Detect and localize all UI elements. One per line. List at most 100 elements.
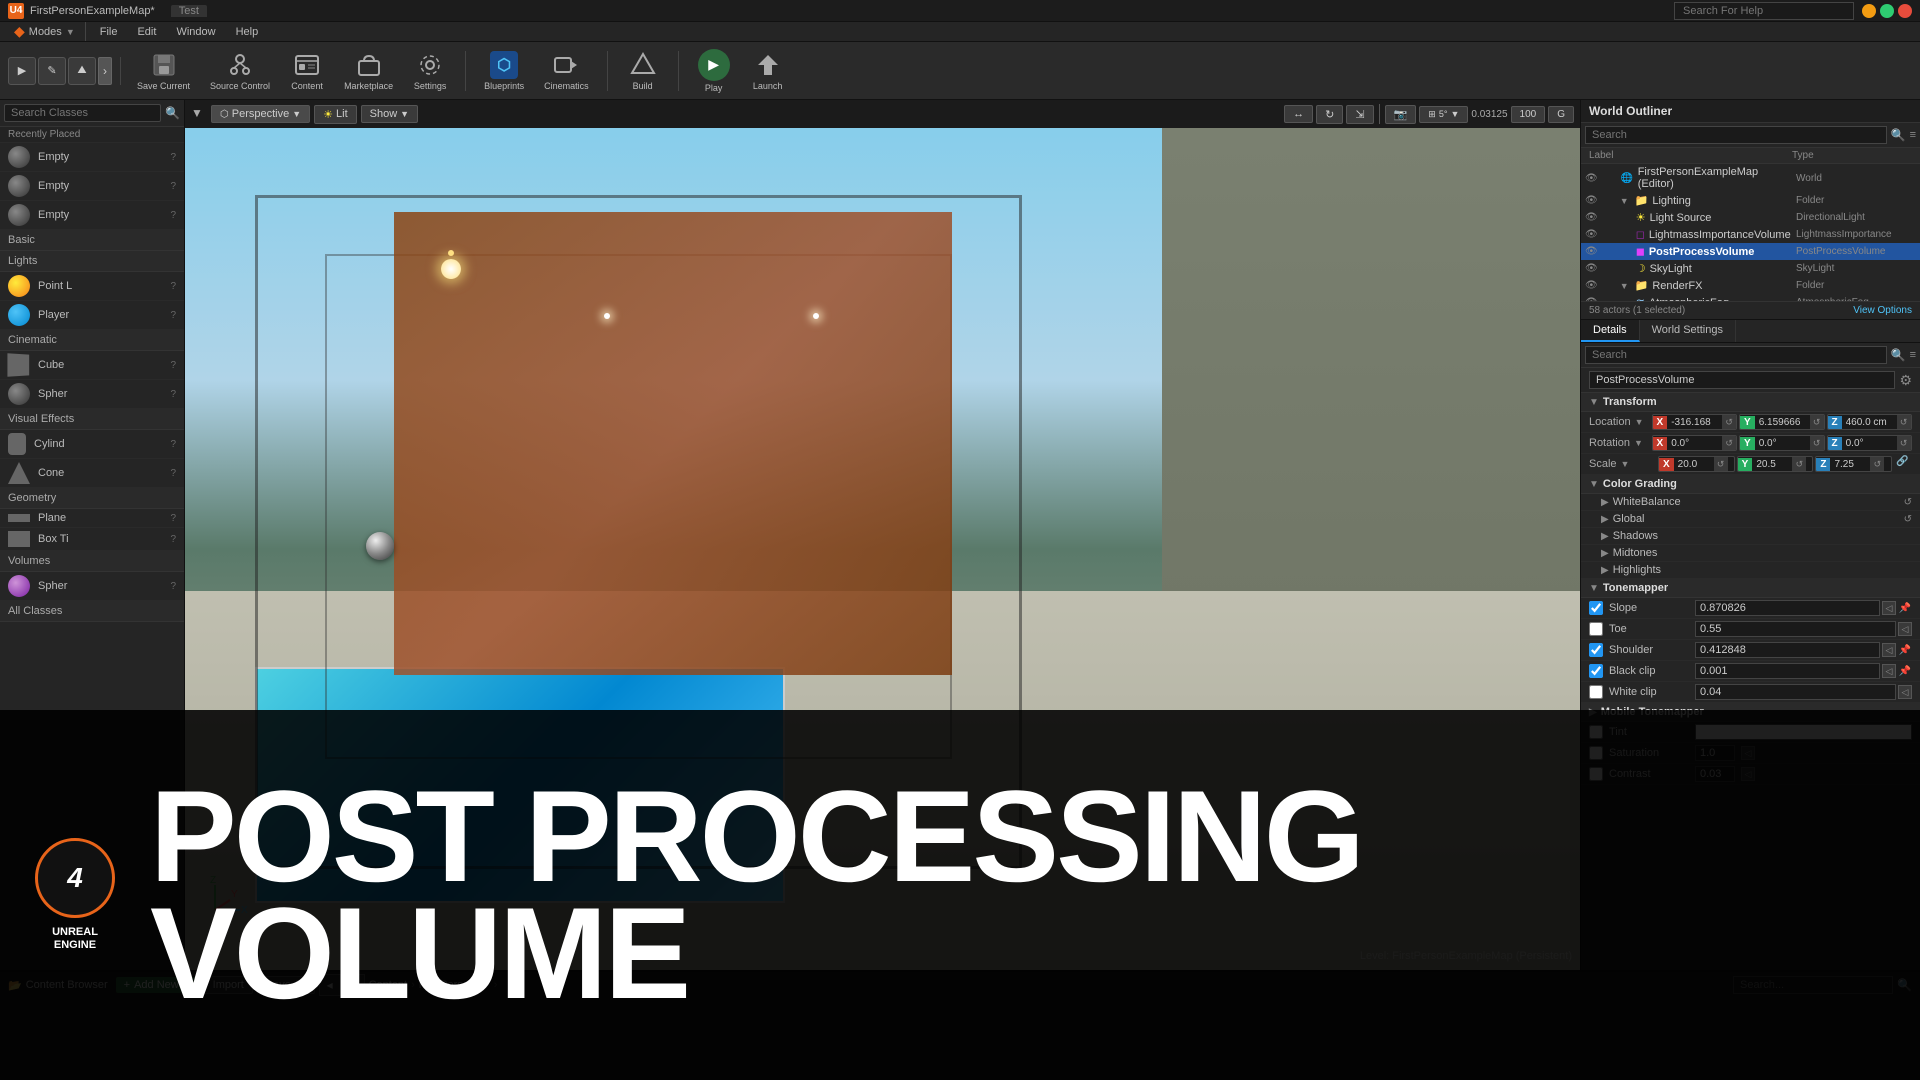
- scale-y-field[interactable]: [1752, 458, 1792, 471]
- white-clip-slider-btn[interactable]: ◁: [1898, 685, 1912, 699]
- minimize-btn[interactable]: [1862, 4, 1876, 18]
- help-icon-1[interactable]: ?: [170, 152, 176, 163]
- list-item[interactable]: Empty ?: [0, 143, 184, 172]
- help-icon-8[interactable]: ?: [170, 439, 176, 450]
- location-y-reset[interactable]: ↺: [1810, 415, 1824, 429]
- location-dropdown-icon[interactable]: ▼: [1635, 417, 1644, 427]
- section-geometry[interactable]: Geometry: [0, 488, 184, 509]
- menu-help[interactable]: Help: [226, 22, 269, 41]
- outliner-tree[interactable]: 👁 🌐 FirstPersonExampleMap (Editor) World…: [1581, 164, 1920, 301]
- list-item[interactable]: Cube ?: [0, 351, 184, 380]
- marketplace-button[interactable]: Marketplace: [336, 47, 401, 95]
- scale-z-reset[interactable]: ↺: [1870, 457, 1884, 471]
- rotation-x-field[interactable]: [1667, 437, 1722, 450]
- rotation-dropdown-icon[interactable]: ▼: [1634, 438, 1643, 448]
- menu-edit[interactable]: Edit: [127, 22, 166, 41]
- details-list-icon[interactable]: ≡: [1910, 349, 1916, 361]
- highlights-row[interactable]: ▶ Highlights: [1581, 562, 1920, 579]
- visibility-icon3[interactable]: 👁: [1585, 212, 1598, 223]
- tool-expand[interactable]: ›: [98, 57, 112, 85]
- shoulder-value-input[interactable]: [1695, 642, 1880, 658]
- slope-value-input[interactable]: [1695, 600, 1880, 616]
- launch-button[interactable]: Launch: [743, 47, 793, 95]
- shadows-row[interactable]: ▶ Shadows: [1581, 528, 1920, 545]
- midtones-row[interactable]: ▶ Midtones: [1581, 545, 1920, 562]
- tool-landscape[interactable]: ⛰: [68, 57, 96, 85]
- menu-window[interactable]: Window: [166, 22, 225, 41]
- toe-checkbox[interactable]: [1589, 622, 1603, 636]
- rotation-y-field[interactable]: [1755, 437, 1810, 450]
- slope-pin-btn[interactable]: 📌: [1898, 601, 1912, 615]
- black-clip-value-input[interactable]: [1695, 663, 1880, 679]
- rotation-x-input[interactable]: X ↺: [1652, 435, 1737, 451]
- tab-details[interactable]: Details: [1581, 320, 1640, 342]
- saturation-value-input[interactable]: [1695, 745, 1735, 761]
- contrast-slider-btn[interactable]: ◁: [1741, 767, 1755, 781]
- collapse-renderfx-icon[interactable]: ▼: [1620, 281, 1629, 291]
- settings-button[interactable]: Settings: [405, 47, 455, 95]
- import-button[interactable]: Import: [204, 976, 253, 994]
- perspective-button[interactable]: ⬡ Perspective ▼: [211, 105, 310, 123]
- nav-back-button[interactable]: ◂: [319, 974, 341, 996]
- tab-test[interactable]: Test: [171, 5, 207, 17]
- content-button[interactable]: Content: [282, 47, 332, 95]
- tonemapper-header[interactable]: ▼ Tonemapper: [1581, 579, 1920, 598]
- saturation-checkbox[interactable]: [1589, 746, 1603, 760]
- rotate-button[interactable]: ↻: [1316, 105, 1343, 124]
- close-btn[interactable]: [1898, 4, 1912, 18]
- color-grading-header[interactable]: ▼ Color Grading: [1581, 475, 1920, 494]
- scale-y-input[interactable]: Y ↺: [1737, 456, 1814, 472]
- visibility-icon4[interactable]: 👁: [1585, 229, 1598, 240]
- visibility-icon5[interactable]: 👁: [1585, 246, 1598, 257]
- location-x-field[interactable]: [1667, 416, 1722, 429]
- section-basic[interactable]: Basic: [0, 230, 184, 251]
- scale-button[interactable]: ⇲: [1346, 105, 1373, 124]
- help-icon-3[interactable]: ?: [170, 210, 176, 221]
- content-search-input[interactable]: [1733, 976, 1893, 994]
- view-options-link[interactable]: View Options: [1853, 305, 1912, 316]
- white-clip-checkbox[interactable]: [1589, 685, 1603, 699]
- location-z-field[interactable]: [1842, 416, 1897, 429]
- white-balance-row[interactable]: ▶ WhiteBalance ↺: [1581, 494, 1920, 511]
- location-y-field[interactable]: [1755, 416, 1810, 429]
- help-icon-5[interactable]: ?: [170, 310, 176, 321]
- source-control-button[interactable]: Source Control: [202, 47, 278, 95]
- tree-item-fog[interactable]: 👁 ≋ AtmosphericFog AtmosphericFog: [1581, 294, 1920, 301]
- scale-x-field[interactable]: [1674, 458, 1714, 471]
- help-icon-2[interactable]: ?: [170, 181, 176, 192]
- search-classes-input[interactable]: [4, 104, 161, 122]
- visibility-icon7[interactable]: 👁: [1585, 280, 1598, 291]
- save-current-button[interactable]: Save Current: [129, 47, 198, 95]
- camera-speed-button[interactable]: 📷: [1385, 105, 1417, 124]
- breadcrumb-firstpersonbp[interactable]: FirstPersonBP: [419, 979, 490, 991]
- actor-settings-icon[interactable]: ⚙: [1899, 372, 1912, 389]
- screen-pct-button[interactable]: 100: [1511, 106, 1546, 123]
- section-volumes[interactable]: Volumes: [0, 551, 184, 572]
- rotation-y-input[interactable]: Y ↺: [1739, 435, 1824, 451]
- location-z-reset[interactable]: ↺: [1897, 415, 1911, 429]
- blueprints-button[interactable]: ⬡ Blueprints: [476, 47, 532, 95]
- tree-item-lightsource[interactable]: 👁 ☀ Light Source DirectionalLight: [1581, 209, 1920, 226]
- help-icon-11[interactable]: ?: [170, 534, 176, 545]
- tree-item-lighting[interactable]: 👁 ▼ 📁 Lighting Folder: [1581, 192, 1920, 209]
- list-item[interactable]: Cylind ?: [0, 430, 184, 459]
- menu-file[interactable]: File: [90, 22, 128, 41]
- toggle-realtime[interactable]: G: [1548, 106, 1574, 123]
- outliner-settings-icon[interactable]: ≡: [1910, 129, 1916, 141]
- location-y-input[interactable]: Y ↺: [1739, 414, 1824, 430]
- nav-forward-button[interactable]: ▸: [343, 974, 365, 996]
- tool-paint[interactable]: ✎: [38, 57, 66, 85]
- global-reset-icon[interactable]: ↺: [1904, 514, 1912, 525]
- help-icon-12[interactable]: ?: [170, 581, 176, 592]
- viewport[interactable]: ▼ ⬡ Perspective ▼ ☀ Lit Show ▼ ↔ ↻ ⇲: [185, 100, 1580, 970]
- save-all-button[interactable]: Save All: [257, 976, 315, 994]
- black-clip-slider-btn[interactable]: ◁: [1882, 664, 1896, 678]
- outliner-search-input[interactable]: [1585, 126, 1887, 144]
- tab-world-settings[interactable]: World Settings: [1640, 320, 1736, 342]
- list-item[interactable]: Box Ti ?: [0, 528, 184, 551]
- location-x-input[interactable]: X ↺: [1652, 414, 1737, 430]
- actor-name-input[interactable]: [1589, 371, 1895, 389]
- list-item[interactable]: Empty ?: [0, 201, 184, 230]
- list-item[interactable]: Empty ?: [0, 172, 184, 201]
- transform-section-header[interactable]: ▼ Transform: [1581, 393, 1920, 412]
